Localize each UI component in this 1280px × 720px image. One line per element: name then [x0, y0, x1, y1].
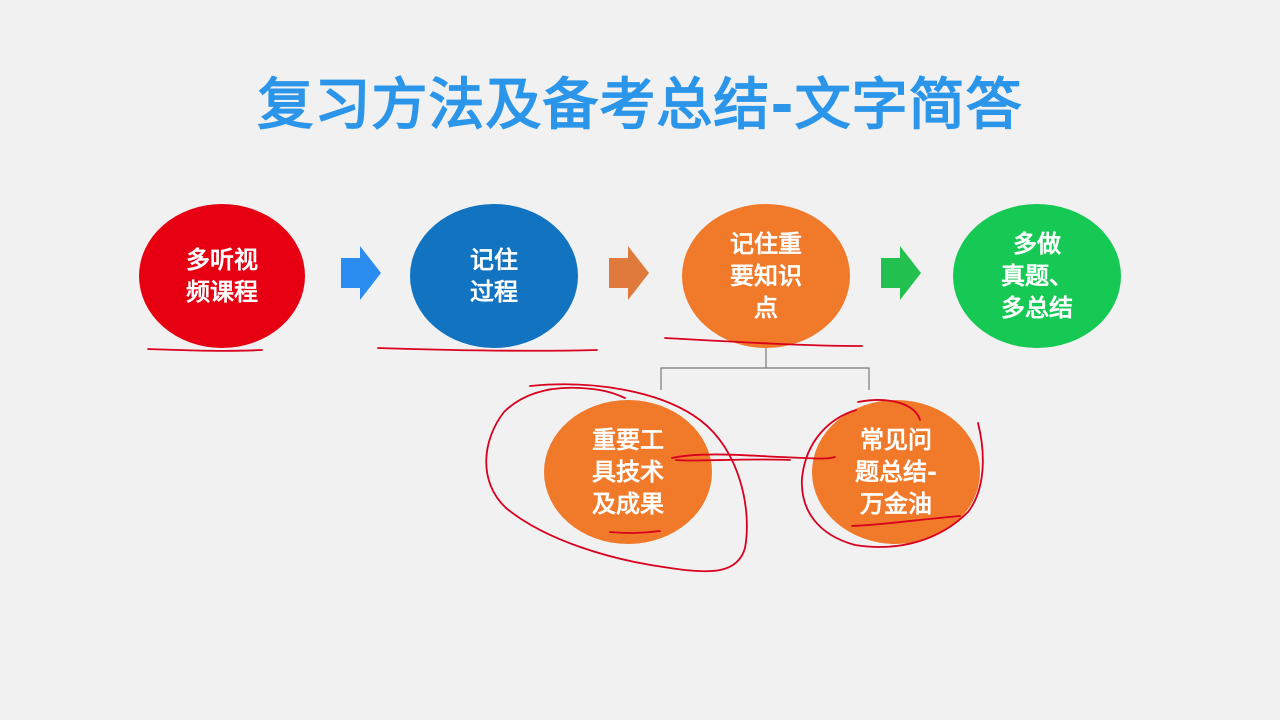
underline-mark [664, 337, 863, 347]
underline-mark [377, 347, 598, 352]
arrow-right-icon [341, 246, 381, 300]
diagram-overlay [147, 246, 984, 573]
connector-stroke [671, 453, 836, 462]
underline-mark [851, 515, 961, 527]
bracket-connector [660, 348, 870, 390]
hand-annotations [147, 337, 984, 573]
circle-mark [801, 399, 984, 548]
circle-mark [485, 383, 748, 573]
arrow-right-icon [881, 246, 921, 300]
slide: 复习方法及备考总结-文字简答 多听视 频课程 记住 过程 记住重 要知识 点 多… [0, 0, 1280, 720]
underline-mark [147, 348, 263, 352]
arrow-right-icon [609, 246, 649, 300]
underline-mark [609, 530, 661, 534]
